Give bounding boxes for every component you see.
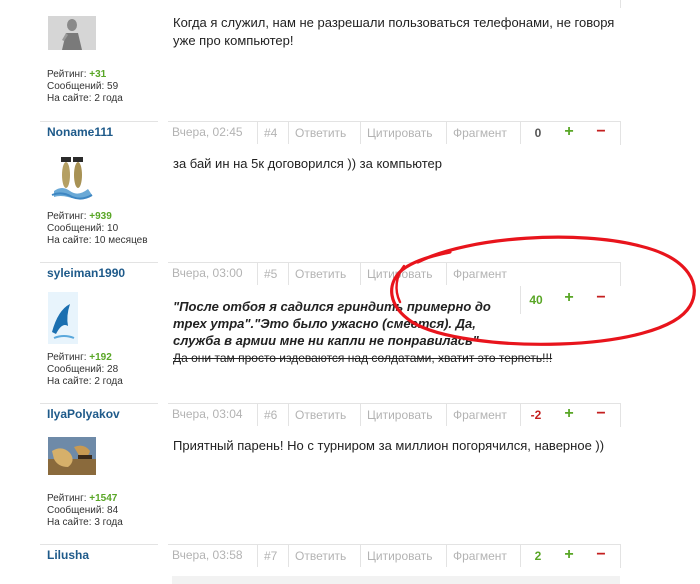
forum-thread: Рейтинг: +31 Сообщений: 59 На сайте: 2 г… [0,0,700,584]
annotation-ellipse [390,235,696,346]
